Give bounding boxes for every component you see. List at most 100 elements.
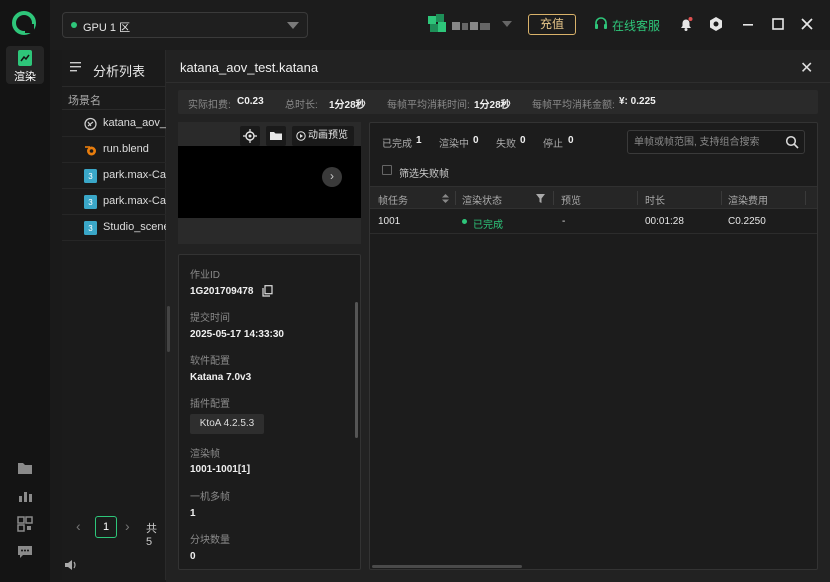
render-icon xyxy=(18,50,32,66)
status-dot xyxy=(462,219,467,224)
multi-frame-label: 一机多帧 xyxy=(190,492,230,503)
col-frame-task[interactable]: 帧任务 xyxy=(378,192,408,207)
avg-time-value: 1分28秒 xyxy=(474,100,511,111)
stopped-count: 0 xyxy=(568,135,574,146)
list-item[interactable]: 3 Studio_scene xyxy=(62,215,166,241)
current-page[interactable]: 1 xyxy=(95,516,117,538)
chat-icon[interactable] xyxy=(17,544,33,560)
submit-time-label: 提交时间 xyxy=(190,313,230,324)
task-table-scrollbar[interactable] xyxy=(372,565,522,568)
animation-preview-label: 动画预览 xyxy=(308,130,348,141)
svg-text:3: 3 xyxy=(88,172,93,181)
duration-label: 总时长: xyxy=(285,100,318,111)
table-row[interactable]: 1001 已完成 - 00:01:28 C0.2250 xyxy=(370,209,817,234)
maximize-icon[interactable] xyxy=(770,16,786,32)
max-file-icon: 3 xyxy=(84,221,97,235)
blocks-label: 分块数量 xyxy=(190,535,230,546)
file-name: run.blend xyxy=(103,143,149,155)
svg-text:3: 3 xyxy=(88,198,93,207)
col-cost[interactable]: 渲染费用 xyxy=(728,192,768,207)
folder-icon xyxy=(270,132,282,140)
failed-count: 0 xyxy=(520,135,526,146)
close-icon[interactable]: ✕ xyxy=(800,58,813,78)
gpu-status-dot xyxy=(71,22,77,28)
cell-status: 已完成 xyxy=(473,220,503,231)
chevron-down-icon xyxy=(287,22,299,29)
list-item[interactable]: 3 park.max-Camera01 xyxy=(62,163,166,189)
list-filter-icon xyxy=(70,62,81,72)
nav-render[interactable]: 渲染 xyxy=(6,46,44,84)
nav-render-label: 渲染 xyxy=(14,71,36,83)
sort-icon[interactable] xyxy=(442,194,449,203)
info-scrollbar[interactable] xyxy=(355,302,358,438)
user-avatar[interactable] xyxy=(428,14,498,34)
software-label: 软件配置 xyxy=(190,356,230,367)
recharge-button[interactable]: 充值 xyxy=(528,14,576,35)
multi-frame-value: 1 xyxy=(190,508,196,519)
gpu-zone-value: GPU 1 区 xyxy=(83,22,131,34)
filter-failed-label: 筛选失败帧 xyxy=(399,169,449,180)
filter-icon[interactable] xyxy=(536,194,545,203)
done-count: 1 xyxy=(416,135,422,146)
list-item[interactable]: 3 park.max-Camera02 xyxy=(62,189,166,215)
filter-failed-checkbox[interactable] xyxy=(382,165,392,175)
bell-icon[interactable] xyxy=(678,16,694,32)
cell-frame: 1001 xyxy=(378,216,401,227)
col-duration[interactable]: 时长 xyxy=(645,192,665,207)
gpu-zone-select[interactable]: GPU 1 区 xyxy=(62,12,308,38)
chart-icon[interactable] xyxy=(17,488,33,504)
headset-icon xyxy=(595,17,607,29)
cost-label: 实际扣费: xyxy=(188,100,231,111)
col-render-status[interactable]: 渲染状态 xyxy=(462,192,502,207)
close-window-icon[interactable] xyxy=(799,16,815,32)
column-divider xyxy=(637,191,638,205)
column-divider xyxy=(455,191,456,205)
cell-duration: 00:01:28 xyxy=(645,216,684,227)
speaker-icon[interactable] xyxy=(64,558,78,572)
pagination: ‹ 1 › 共 5 xyxy=(62,512,166,548)
minimize-icon[interactable] xyxy=(740,16,756,32)
online-service-link[interactable]: 在线客服 xyxy=(612,17,660,34)
user-menu-caret-icon[interactable] xyxy=(502,21,512,27)
file-name: park.max-Camera02 xyxy=(103,195,166,207)
page-total: 共 5 xyxy=(146,523,157,548)
plugin-tag: KtoA 4.2.5.3 xyxy=(190,414,264,434)
target-icon xyxy=(243,129,257,143)
done-label: 已完成 xyxy=(382,139,412,150)
failed-label: 失败 xyxy=(496,139,516,150)
copy-icon[interactable] xyxy=(262,285,273,297)
list-item[interactable]: run.blend xyxy=(62,137,166,163)
avg-cost-value: ¥: 0.225 xyxy=(619,96,656,107)
dialog-left-scrollbar[interactable] xyxy=(167,306,170,352)
qr-code-icon[interactable] xyxy=(17,516,33,532)
blender-file-icon xyxy=(85,146,96,156)
rendering-count: 0 xyxy=(473,135,479,146)
scene-column-label: 场景名 xyxy=(68,95,101,107)
gear-icon[interactable] xyxy=(708,16,724,32)
max-file-icon: 3 xyxy=(84,195,97,209)
job-info-panel xyxy=(178,254,361,570)
list-item[interactable]: katana_aov_test.katana xyxy=(62,111,166,137)
folder-icon[interactable] xyxy=(17,460,33,476)
column-divider xyxy=(721,191,722,205)
analysis-list-title: 分析列表 xyxy=(93,64,146,79)
submit-time-value: 2025-05-17 14:33:30 xyxy=(190,329,284,340)
cost-value: C0.23 xyxy=(237,96,264,107)
open-folder-button[interactable] xyxy=(266,126,286,146)
frame-search-input[interactable] xyxy=(634,134,782,150)
prev-page-icon[interactable]: ‹ xyxy=(76,518,81,534)
stopped-label: 停止 xyxy=(543,139,563,150)
play-icon xyxy=(296,131,306,141)
animation-preview-button[interactable]: 动画预览 xyxy=(292,126,354,146)
next-page-icon[interactable]: › xyxy=(125,518,130,534)
column-divider xyxy=(805,191,806,205)
avg-time-label: 每帧平均消耗时间: xyxy=(387,100,470,111)
next-preview-icon[interactable]: › xyxy=(322,167,342,187)
search-icon[interactable] xyxy=(785,135,799,149)
duration-value: 1分28秒 xyxy=(329,100,366,111)
frames-label: 渲染帧 xyxy=(190,449,220,460)
col-preview[interactable]: 预览 xyxy=(561,192,581,207)
rendering-label: 渲染中 xyxy=(439,139,469,150)
locate-button[interactable] xyxy=(240,126,260,146)
svg-text:3: 3 xyxy=(88,224,93,233)
